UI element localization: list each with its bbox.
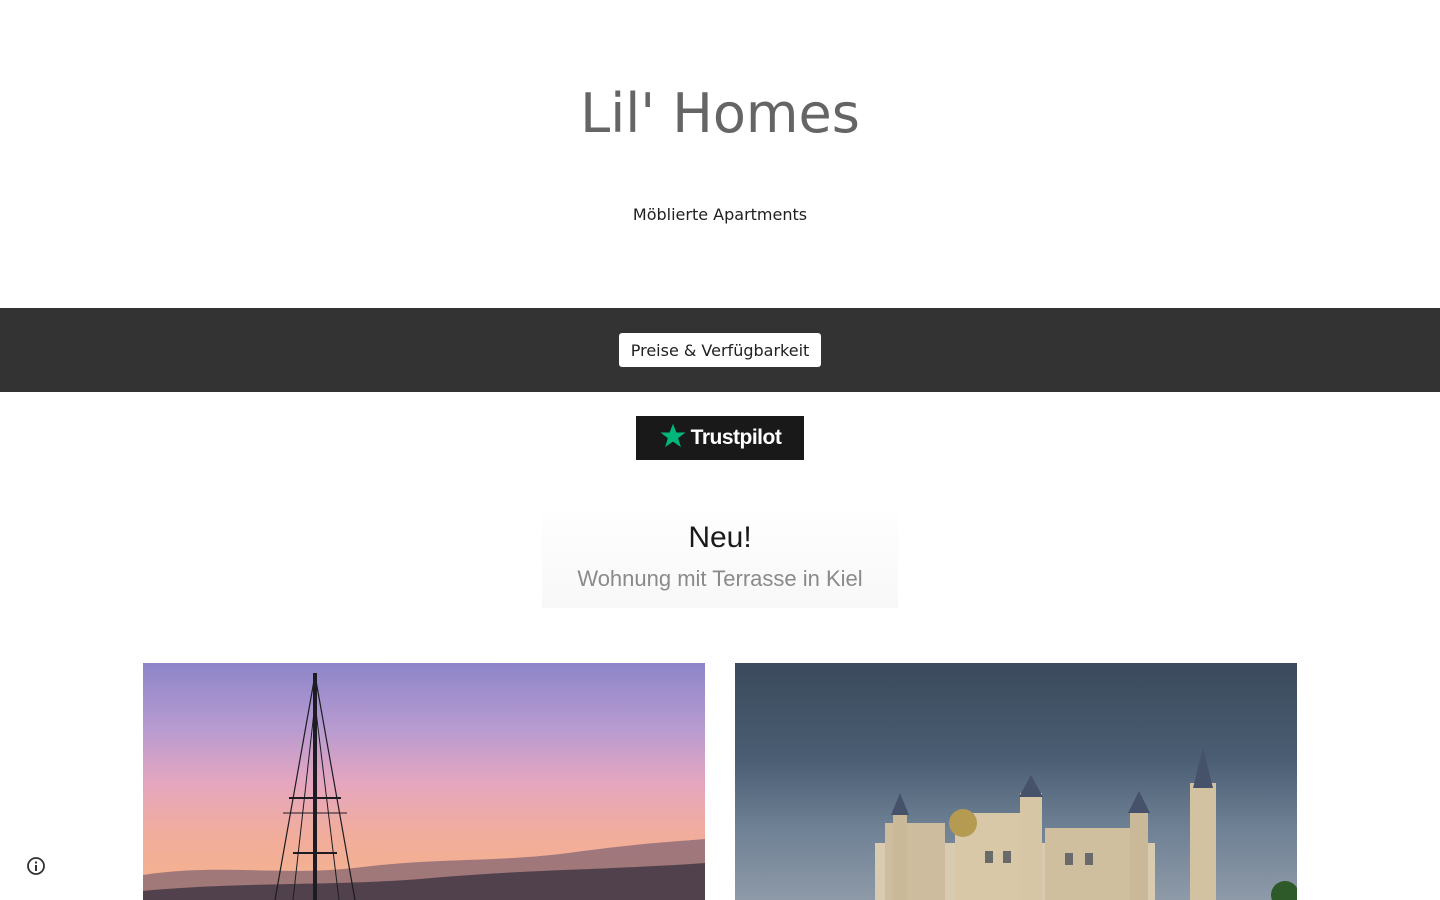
star-icon — [659, 422, 687, 454]
prices-availability-button[interactable]: Preise & Verfügbarkeit — [619, 333, 821, 367]
sailboat-illustration — [143, 673, 705, 900]
trustpilot-widget[interactable]: Trustpilot — [636, 416, 804, 460]
info-icon[interactable] — [26, 856, 46, 876]
trustpilot-label: Trustpilot — [690, 426, 782, 449]
sailboat-sunset-image[interactable] — [143, 663, 705, 900]
navigation-bar: Preise & Verfügbarkeit — [0, 308, 1440, 392]
site-header: Lil' Homes Möblierte Apartments — [0, 0, 1440, 308]
banner-title: Neu! — [688, 521, 752, 554]
castle-image[interactable] — [735, 663, 1297, 900]
new-listing-banner[interactable]: Neu! Wohnung mit Terrasse in Kiel — [542, 512, 898, 608]
site-title: Lil' Homes — [580, 82, 860, 145]
castle-illustration — [875, 748, 1297, 900]
site-tagline: Möblierte Apartments — [632, 205, 808, 224]
banner-subtitle: Wohnung mit Terrasse in Kiel — [577, 566, 863, 591]
